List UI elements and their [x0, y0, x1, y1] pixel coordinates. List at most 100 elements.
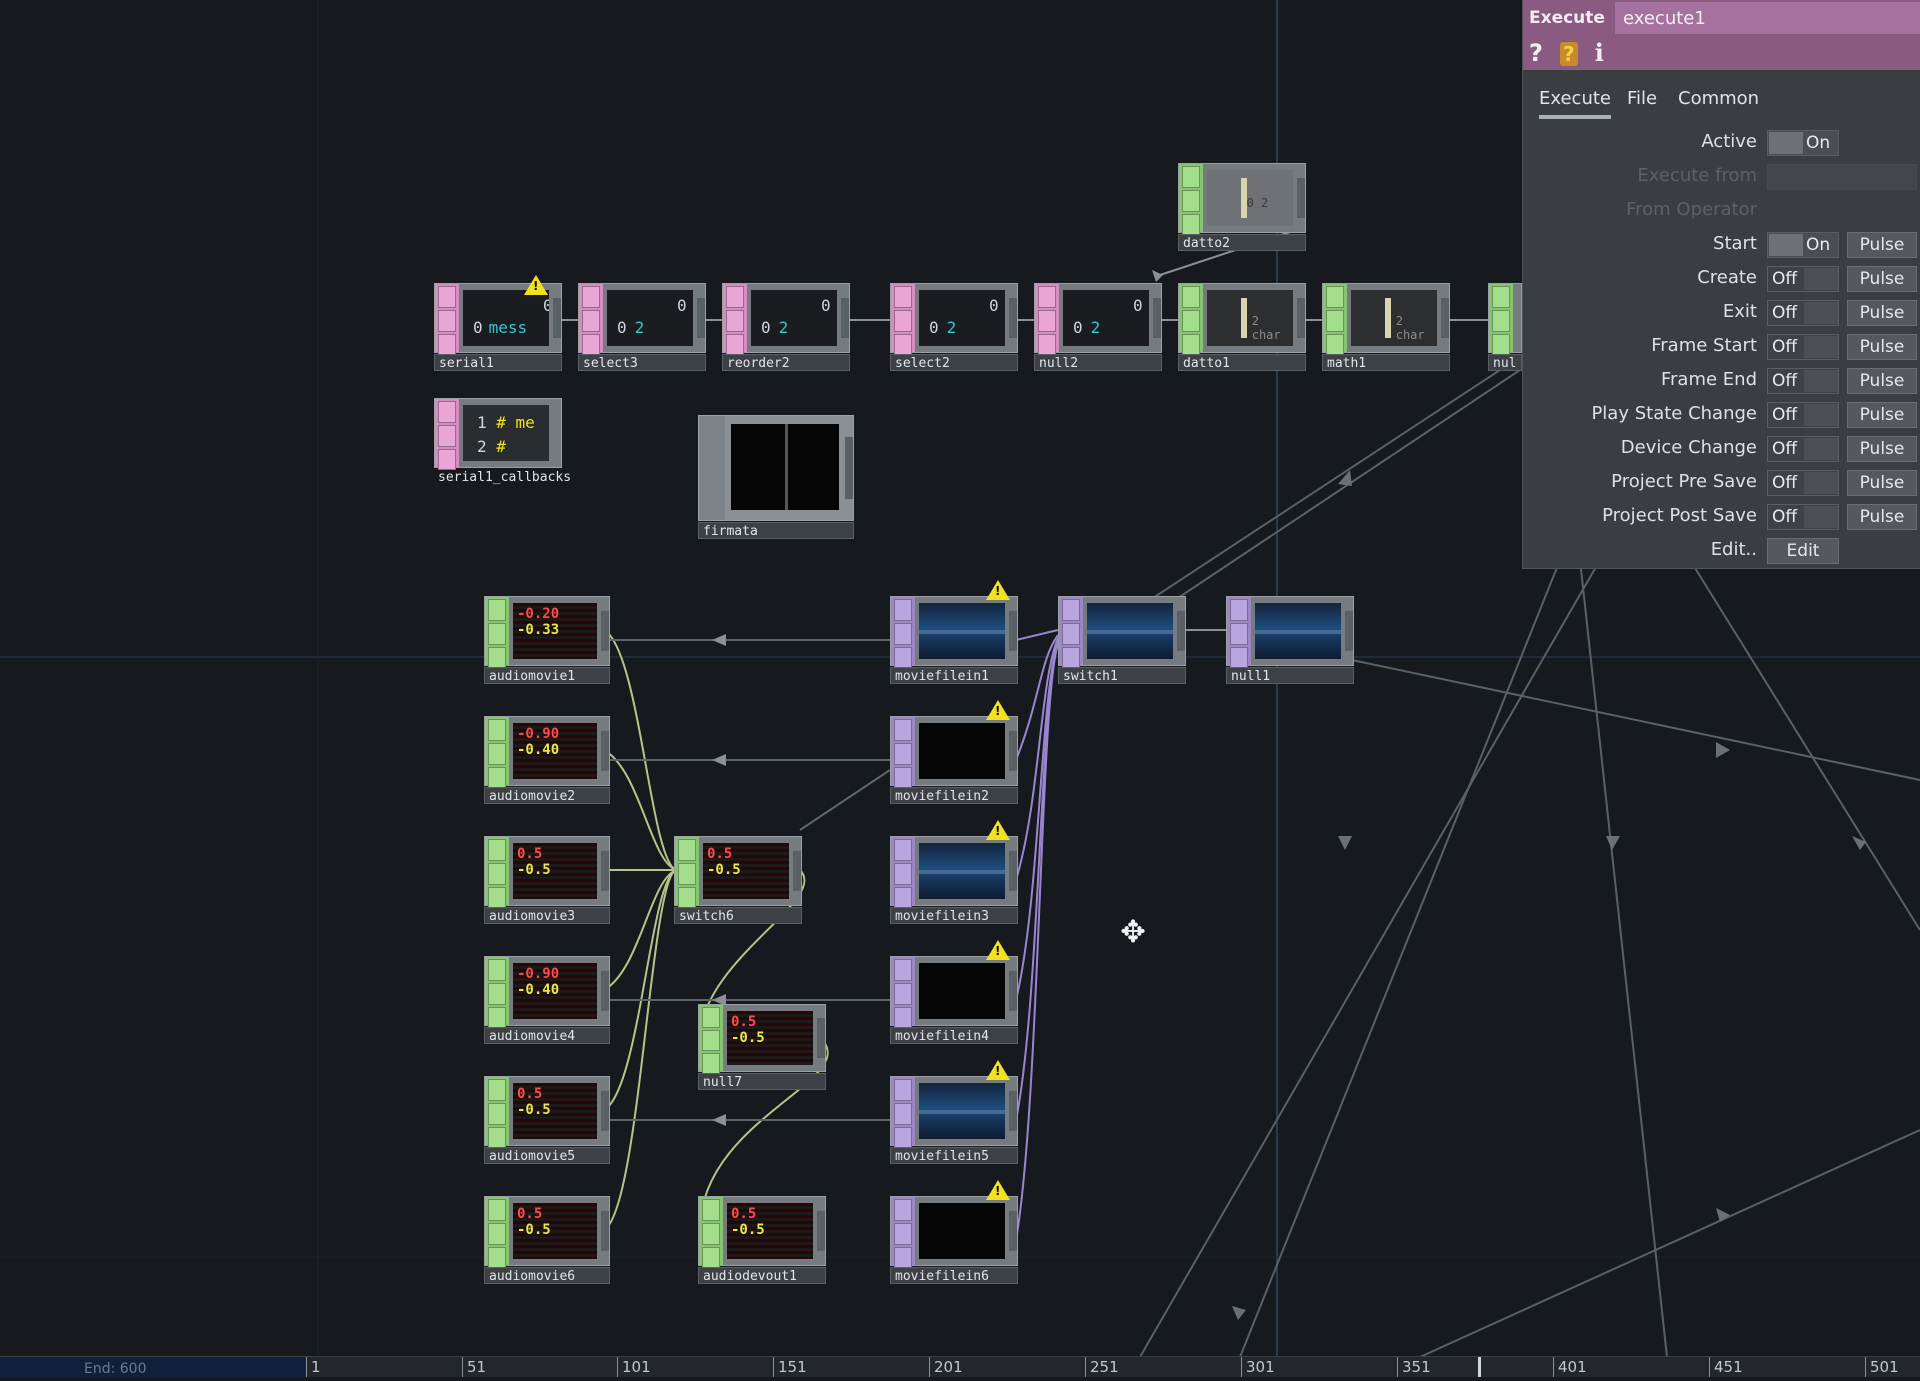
project-post-save-toggle[interactable]: Off	[1767, 504, 1839, 530]
node-label[interactable]: select3	[578, 354, 706, 371]
node-reorder2[interactable]: 0 02 reorder2	[722, 283, 850, 371]
node-firmata[interactable]: firmata	[698, 415, 854, 539]
node-moviefilein1[interactable]: moviefilein1	[890, 580, 1018, 684]
node-math1[interactable]: 2 char math1	[1322, 283, 1450, 371]
node-label[interactable]: audiodevout1	[698, 1267, 826, 1284]
node-label[interactable]: audiomovie3	[484, 907, 610, 924]
node-nul-partial[interactable]: nul	[1488, 283, 1522, 371]
info-icon[interactable]: i	[1595, 38, 1604, 67]
node-audiomovie4[interactable]: -0.90 -0.40 audiomovie4	[484, 956, 610, 1044]
node-datto1[interactable]: 2 char datto1	[1178, 283, 1306, 371]
node-moviefilein6[interactable]: moviefilein6	[890, 1180, 1018, 1284]
node-label[interactable]: audiomovie6	[484, 1267, 610, 1284]
node-serial1[interactable]: 0 0 mess serial1	[434, 275, 562, 371]
node-label[interactable]: switch6	[674, 907, 802, 924]
node-select2[interactable]: 0 02 select2	[890, 283, 1018, 371]
frame-end-pulse-button[interactable]: Pulse	[1847, 368, 1917, 394]
frame-start-toggle[interactable]: Off	[1767, 334, 1839, 360]
node-null1[interactable]: null1	[1226, 596, 1354, 684]
node-label[interactable]: moviefilein3	[890, 907, 1018, 924]
parameter-panel[interactable]: Execute execute1 ? ? i Execute File Comm…	[1522, 0, 1920, 569]
warning-icon[interactable]	[986, 580, 1010, 600]
node-viewer	[919, 1083, 1005, 1139]
node-label[interactable]: moviefilein4	[890, 1027, 1018, 1044]
warning-icon[interactable]	[524, 275, 548, 295]
node-audiodevout1[interactable]: 0.5 -0.5 audiodevout1	[698, 1196, 826, 1284]
node-label[interactable]: datto2	[1178, 234, 1306, 251]
node-select3[interactable]: 0 02 select3	[578, 283, 706, 371]
execute-from-menu[interactable]	[1767, 164, 1917, 190]
node-label[interactable]: null7	[698, 1073, 826, 1090]
exit-toggle[interactable]: Off	[1767, 300, 1839, 326]
timeline-tick: 51	[462, 1357, 486, 1377]
timeline-range[interactable]: End: 600	[0, 1357, 305, 1377]
node-label[interactable]: audiomovie5	[484, 1147, 610, 1164]
tab-file[interactable]: File	[1627, 88, 1657, 109]
node-null2[interactable]: 0 02 null2	[1034, 283, 1162, 371]
node-label[interactable]: moviefilein2	[890, 787, 1018, 804]
node-label[interactable]: audiomovie1	[484, 667, 610, 684]
operator-name-field[interactable]: execute1	[1615, 2, 1920, 34]
tab-execute[interactable]: Execute	[1539, 88, 1611, 119]
node-moviefilein4[interactable]: moviefilein4	[890, 940, 1018, 1044]
node-label[interactable]: moviefilein1	[890, 667, 1018, 684]
node-label[interactable]: reorder2	[722, 354, 850, 371]
tab-common[interactable]: Common	[1678, 88, 1759, 109]
node-label[interactable]: serial1_callbacks	[434, 469, 592, 486]
active-toggle[interactable]: On	[1767, 130, 1839, 156]
edit-button[interactable]: Edit	[1767, 538, 1839, 564]
warning-icon[interactable]	[986, 1060, 1010, 1080]
warning-icon[interactable]	[986, 820, 1010, 840]
node-datto2[interactable]: 0 2 datto2	[1178, 163, 1306, 251]
node-switch6[interactable]: 0.5 -0.5 switch6	[674, 836, 802, 924]
create-toggle[interactable]: Off	[1767, 266, 1839, 292]
node-audiomovie6[interactable]: 0.5 -0.5 audiomovie6	[484, 1196, 610, 1284]
project-pre-save-toggle[interactable]: Off	[1767, 470, 1839, 496]
node-label[interactable]: moviefilein6	[890, 1267, 1018, 1284]
node-label[interactable]: nul	[1488, 354, 1522, 371]
warning-icon[interactable]	[986, 700, 1010, 720]
project-post-save-pulse-button[interactable]: Pulse	[1847, 504, 1917, 530]
play-state-change-toggle[interactable]: Off	[1767, 402, 1839, 428]
timeline-bar[interactable]: End: 600 1 51 101 151 201 251 301 351 40…	[0, 1356, 1920, 1377]
warning-icon[interactable]	[986, 940, 1010, 960]
node-label[interactable]: switch1	[1058, 667, 1186, 684]
node-audiomovie2[interactable]: -0.90 -0.40 audiomovie2	[484, 716, 610, 804]
node-moviefilein2[interactable]: moviefilein2	[890, 700, 1018, 804]
timeline-playhead[interactable]	[1478, 1357, 1481, 1377]
node-label[interactable]: select2	[890, 354, 1018, 371]
help-icon[interactable]: ?	[1529, 39, 1543, 67]
start-toggle[interactable]: On	[1767, 232, 1839, 258]
frame-start-pulse-button[interactable]: Pulse	[1847, 334, 1917, 360]
node-label[interactable]: math1	[1322, 354, 1450, 371]
node-switch1[interactable]: switch1	[1058, 596, 1186, 684]
project-pre-save-pulse-button[interactable]: Pulse	[1847, 470, 1917, 496]
node-audiomovie3[interactable]: 0.5 -0.5 audiomovie3	[484, 836, 610, 924]
exit-pulse-button[interactable]: Pulse	[1847, 300, 1917, 326]
create-pulse-button[interactable]: Pulse	[1847, 266, 1917, 292]
node-moviefilein3[interactable]: moviefilein3	[890, 820, 1018, 924]
node-label[interactable]: audiomovie2	[484, 787, 610, 804]
start-pulse-button[interactable]: Pulse	[1847, 232, 1917, 258]
node-label[interactable]: moviefilein5	[890, 1147, 1018, 1164]
warning-icon[interactable]	[986, 1180, 1010, 1200]
node-audiomovie1[interactable]: -0.20 -0.33 audiomovie1	[484, 596, 610, 684]
node-label[interactable]: audiomovie4	[484, 1027, 610, 1044]
node-viewer: 1 # me 2 #	[463, 405, 549, 461]
node-label[interactable]: null1	[1226, 667, 1354, 684]
node-serial1-callbacks[interactable]: 1 # me 2 # serial1_callbacks	[434, 398, 571, 486]
python-help-icon[interactable]: ?	[1560, 42, 1578, 66]
param-start: Start On Pulse	[1523, 227, 1920, 261]
device-change-toggle[interactable]: Off	[1767, 436, 1839, 462]
node-label[interactable]: firmata	[698, 522, 854, 539]
frame-end-toggle[interactable]: Off	[1767, 368, 1839, 394]
node-null7[interactable]: 0.5 -0.5 null7	[698, 1004, 826, 1090]
node-moviefilein5[interactable]: moviefilein5	[890, 1060, 1018, 1164]
timeline-tick: 451	[1709, 1357, 1743, 1377]
node-label[interactable]: serial1	[434, 354, 562, 371]
play-state-change-pulse-button[interactable]: Pulse	[1847, 402, 1917, 428]
node-label[interactable]: datto1	[1178, 354, 1306, 371]
device-change-pulse-button[interactable]: Pulse	[1847, 436, 1917, 462]
node-label[interactable]: null2	[1034, 354, 1162, 371]
node-audiomovie5[interactable]: 0.5 -0.5 audiomovie5	[484, 1076, 610, 1164]
